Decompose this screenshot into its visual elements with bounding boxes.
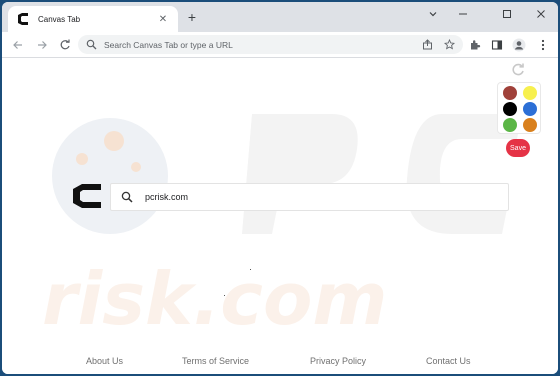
dot: [224, 295, 225, 296]
dot: [250, 269, 251, 270]
omnibox-placeholder: Search Canvas Tab or type a URL: [104, 39, 233, 50]
svg-text:risk.com: risk.com: [42, 257, 387, 341]
close-window-button[interactable]: [526, 6, 556, 22]
refresh-colors-icon[interactable]: [510, 62, 526, 78]
reload-button[interactable]: [57, 37, 73, 53]
arrow-left-icon: [13, 41, 22, 49]
color-swatch[interactable]: [503, 86, 517, 100]
watermark-graphic: risk.com: [42, 114, 522, 341]
save-button[interactable]: Save: [506, 139, 530, 157]
search-icon: [121, 191, 133, 203]
color-swatch[interactable]: [503, 118, 517, 132]
tab-strip: Canvas Tab ✕ +: [2, 2, 558, 32]
search-icon: [86, 39, 97, 50]
forward-button[interactable]: [34, 37, 50, 53]
color-swatch[interactable]: [523, 118, 537, 132]
more-menu-icon[interactable]: [536, 38, 550, 52]
tab-title: Canvas Tab: [38, 14, 81, 24]
arrow-right-icon: [38, 41, 47, 49]
back-button[interactable]: [10, 37, 26, 53]
new-tab-button[interactable]: +: [184, 9, 200, 25]
color-swatch[interactable]: [503, 102, 517, 116]
minimize-button[interactable]: [448, 6, 478, 22]
tab-canvas[interactable]: Canvas Tab ✕: [8, 6, 178, 32]
footer-link-about-us[interactable]: About Us: [86, 356, 123, 366]
profile-avatar-icon[interactable]: [512, 38, 526, 52]
canvas-tab-logo: [73, 184, 101, 208]
search-box: [110, 183, 509, 211]
reload-icon: [60, 39, 70, 50]
close-icon[interactable]: ✕: [156, 14, 170, 25]
side-panel-icon[interactable]: [490, 38, 504, 52]
new-tab-page: risk.com Save About Us Terms of Service …: [2, 59, 558, 374]
footer-link-terms-of-service[interactable]: Terms of Service: [182, 356, 249, 366]
bookmark-star-icon[interactable]: [443, 39, 455, 51]
share-icon[interactable]: [421, 39, 433, 51]
footer-link-contact-us[interactable]: Contact Us: [426, 356, 471, 366]
maximize-button[interactable]: [492, 6, 522, 22]
chevron-down-icon[interactable]: [418, 6, 448, 22]
extensions-puzzle-icon[interactable]: [468, 38, 482, 52]
color-swatch[interactable]: [523, 86, 537, 100]
footer-link-privacy-policy[interactable]: Privacy Policy: [310, 356, 366, 366]
color-swatch[interactable]: [523, 102, 537, 116]
browser-window: Canvas Tab ✕ + Search Canvas Tab or type…: [2, 2, 558, 374]
address-bar[interactable]: Search Canvas Tab or type a URL: [78, 35, 463, 54]
browser-toolbar: Search Canvas Tab or type a URL: [2, 32, 558, 58]
color-palette: [497, 82, 541, 134]
search-input[interactable]: [145, 192, 498, 202]
canvas-tab-favicon-icon: [18, 13, 28, 25]
